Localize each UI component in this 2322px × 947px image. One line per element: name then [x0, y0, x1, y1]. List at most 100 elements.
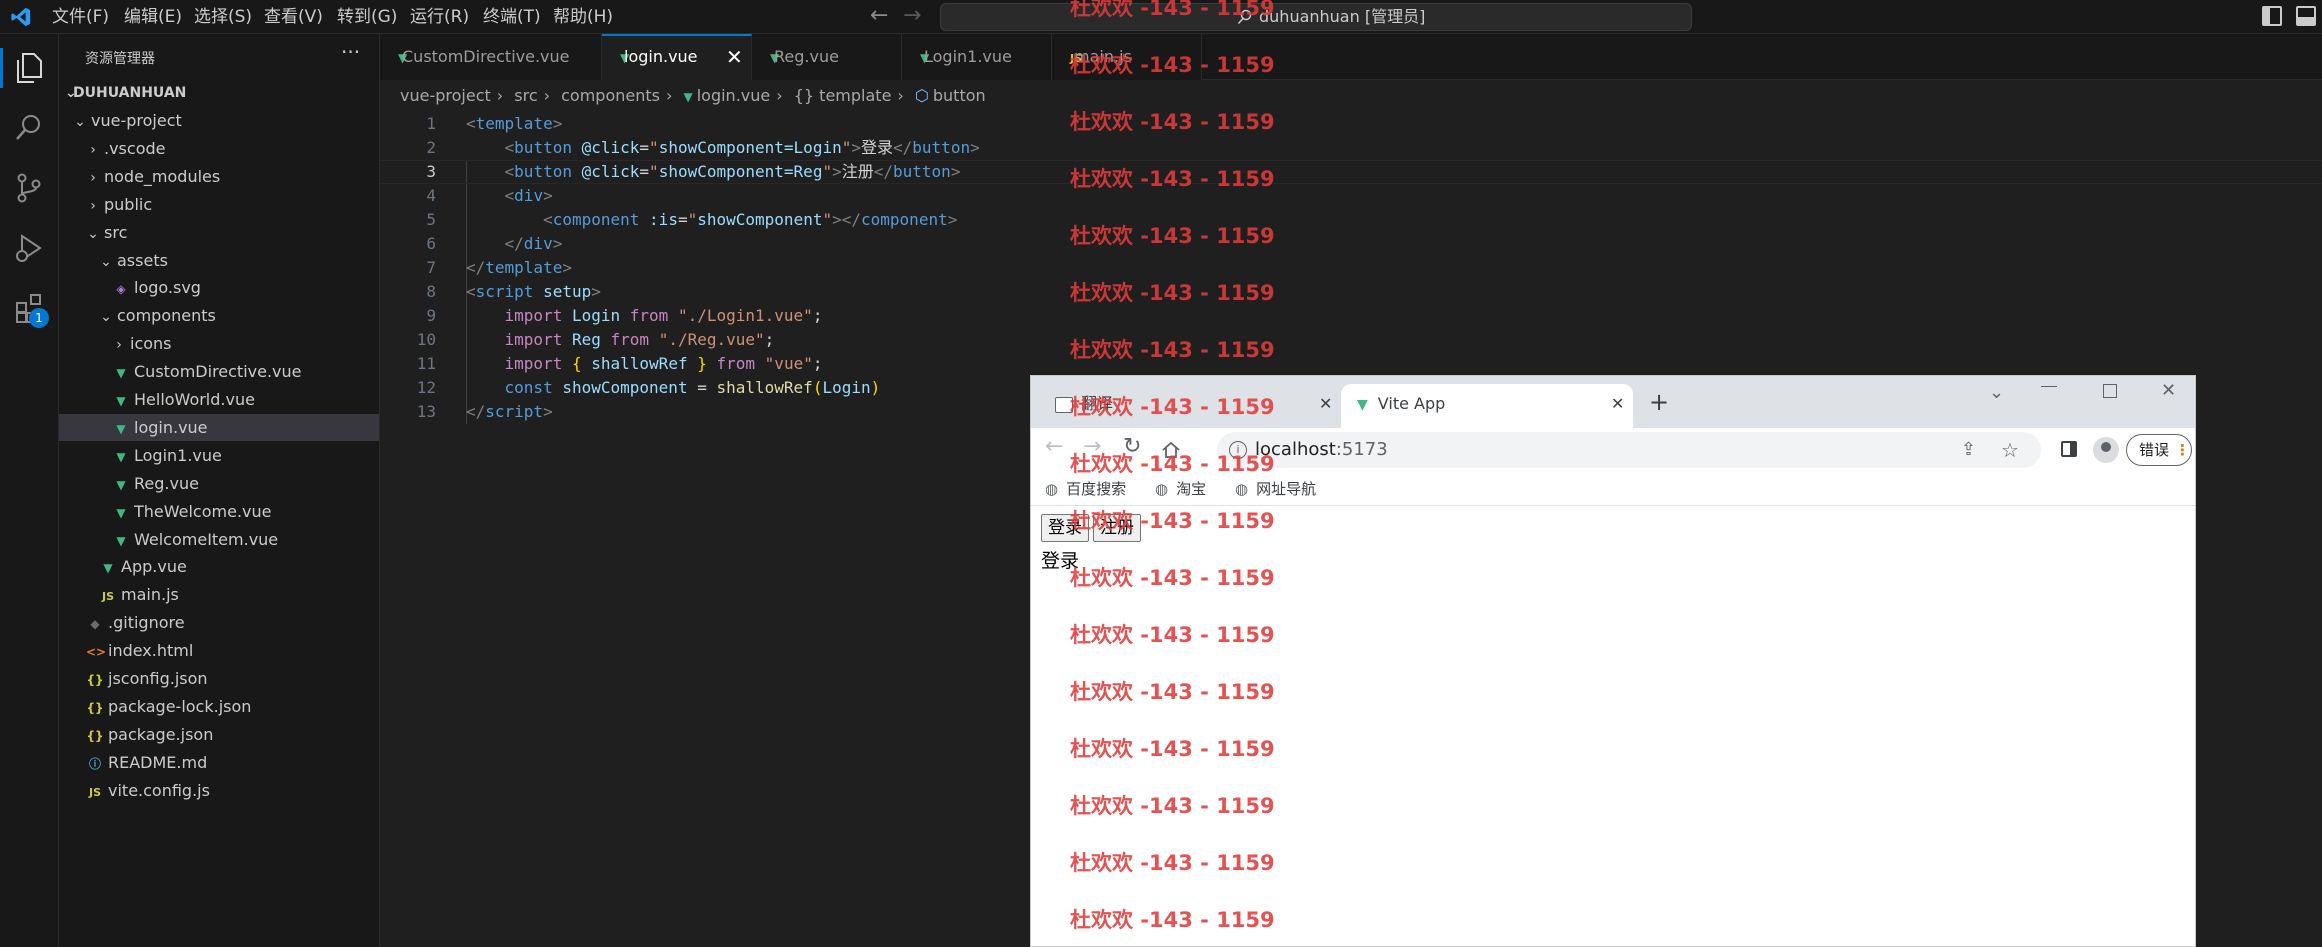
tab-customdirective[interactable]: ▼CustomDirective.vue [380, 34, 602, 80]
bookmark-star-icon[interactable]: ☆ [2001, 432, 2019, 468]
code-line: 10 import Reg from "./Reg.vue"; [380, 328, 775, 352]
workspace-label: DUHUANHUAN [73, 85, 187, 101]
tree-item[interactable]: ⌄ components [59, 302, 379, 329]
share-icon[interactable]: ⇪ [1961, 432, 1976, 468]
close-icon[interactable]: ✕ [726, 36, 743, 78]
watermark-text: 杜欢欢 -143 - 1159 [1070, 0, 1275, 20]
source-control-icon[interactable] [14, 172, 44, 204]
breadcrumb-item[interactable]: components [561, 86, 660, 105]
breadcrumb-item[interactable]: {} template [794, 86, 892, 105]
watermark-text: 杜欢欢 -143 - 1159 [1070, 509, 1275, 533]
tree-item-label: README.md [108, 752, 208, 772]
tree-item[interactable]: ▼ WelcomeItem.vue [59, 526, 379, 553]
close-icon[interactable]: ✕ [1319, 384, 1332, 424]
code-line: 3 <button @click="showComponent=Reg">注册<… [380, 160, 960, 184]
tree-item[interactable]: {} jsconfig.json [59, 665, 379, 692]
toggle-panel-icon[interactable] [2296, 6, 2316, 26]
tree-item[interactable]: ▼ TheWelcome.vue [59, 498, 379, 525]
watermark-text: 杜欢欢 -143 - 1159 [1070, 224, 1275, 248]
profile-avatar[interactable] [2093, 437, 2119, 463]
vue-file-icon: ▼ [116, 394, 126, 408]
breadcrumb: vue-project › src › components › ▼ login.vue… [380, 80, 2322, 112]
back-icon[interactable]: ← [1045, 434, 1063, 459]
tree-item[interactable]: ⌄ vue-project [59, 107, 379, 134]
vue-file-icon: ▼ [920, 51, 930, 65]
tab-reg[interactable]: ▼Reg.vue [752, 34, 902, 80]
workspace-header[interactable]: ⌄DUHUANHUAN [59, 80, 379, 107]
command-center-search[interactable]: duhuanhuan [管理员] [940, 3, 1692, 31]
close-icon[interactable]: ✕ [1611, 384, 1624, 424]
line-number: 3 [426, 162, 436, 181]
tree-item-label: assets [117, 250, 168, 270]
menu-run[interactable]: 运行(R) [410, 0, 469, 34]
tree-item[interactable]: <> index.html [59, 637, 379, 664]
tree-item[interactable]: {} package-lock.json [59, 693, 379, 720]
info-file-icon: ⓘ [88, 756, 101, 771]
maximize-icon[interactable] [2103, 384, 2117, 398]
line-number: 11 [416, 354, 436, 373]
vue-file-icon: ▼ [116, 366, 126, 381]
menu-selection[interactable]: 选择(S) [194, 0, 252, 34]
new-tab-button[interactable]: + [1649, 388, 1669, 416]
menu-go[interactable]: 转到(G) [337, 0, 397, 34]
tree-item[interactable]: › icons [59, 330, 379, 357]
menu-terminal[interactable]: 终端(T) [483, 0, 541, 34]
bookmark-label: 网址导航 [1256, 480, 1317, 498]
nav-back-icon[interactable]: ← [870, 3, 888, 28]
tree-item[interactable]: › node_modules [59, 163, 379, 190]
tree-item[interactable]: ⓘ README.md [59, 749, 379, 776]
nav-forward-icon[interactable]: → [903, 3, 921, 28]
tree-item[interactable]: ▼ Reg.vue [59, 470, 379, 497]
activity-bar: 1 [0, 34, 59, 947]
tree-item[interactable]: ◈ logo.svg [59, 274, 379, 301]
toggle-primary-sidebar-icon[interactable] [2262, 6, 2282, 26]
tree-item[interactable]: ▼ Login1.vue [59, 442, 379, 469]
breadcrumb-item[interactable]: login.vue [697, 86, 771, 105]
tree-item[interactable]: ▼ HelloWorld.vue [59, 386, 379, 413]
explorer-icon[interactable] [14, 52, 44, 84]
tree-item[interactable]: › public [59, 191, 379, 218]
more-actions-icon[interactable]: ··· [341, 40, 360, 64]
tree-item[interactable]: JS main.js [59, 581, 379, 608]
error-button[interactable]: 错误 ⋮ [2126, 434, 2192, 466]
side-panel-icon[interactable] [2061, 441, 2077, 457]
breadcrumb-item[interactable]: vue-project [400, 86, 491, 105]
tab-search-icon[interactable]: ⌄ [1989, 382, 2004, 403]
chevron-down-icon: ⌄ [100, 309, 112, 326]
minimize-icon[interactable] [2041, 386, 2057, 387]
error-button-label: 错误 [2139, 441, 2170, 459]
menu-help[interactable]: 帮助(H) [553, 0, 613, 34]
element-icon: ⬡ [914, 86, 929, 105]
tree-item[interactable]: ⌄ assets [59, 247, 379, 274]
breadcrumb-item[interactable]: src [514, 86, 537, 105]
url-port: :5173 [1335, 439, 1388, 460]
explorer-sidebar: 资源管理器 ··· ⌄DUHUANHUAN ⌄ vue-project › .vsco… [59, 34, 380, 947]
tree-item[interactable]: ⌄ src [59, 219, 379, 246]
tree-item[interactable]: ◆ .gitignore [59, 609, 379, 636]
tab-login[interactable]: ▼login.vue ✕ [602, 34, 752, 80]
tab-login1[interactable]: ▼Login1.vue [902, 34, 1052, 80]
breadcrumb-item[interactable]: button [933, 86, 986, 105]
tree-item[interactable]: ▼ login.vue [59, 413, 379, 441]
tree-item[interactable]: › .vscode [59, 135, 379, 162]
tree-item[interactable]: {} package.json [59, 721, 379, 748]
globe-icon: ◍ [1045, 480, 1059, 498]
tree-item[interactable]: ▼ CustomDirective.vue [59, 358, 379, 385]
chevron-right-icon: › [116, 337, 122, 354]
search-icon[interactable] [14, 112, 44, 142]
json-file-icon: {} [86, 673, 104, 687]
tree-item-label: Login1.vue [134, 445, 222, 465]
menu-edit[interactable]: 编辑(E) [124, 0, 182, 34]
browser-tab-vite[interactable]: ▼ Vite App ✕ [1341, 384, 1633, 428]
watermark-text: 杜欢欢 -143 - 1159 [1070, 566, 1275, 590]
watermark-text: 杜欢欢 -143 - 1159 [1070, 851, 1275, 875]
tree-item-label: vue-project [91, 111, 182, 130]
menu-view[interactable]: 查看(V) [264, 0, 323, 34]
run-debug-icon[interactable] [14, 232, 44, 264]
tree-item[interactable]: ▼ App.vue [59, 553, 379, 580]
address-bar[interactable]: i localhost:5173 ⇪ ☆ [1217, 432, 2041, 468]
close-window-icon[interactable]: ✕ [2161, 380, 2176, 401]
tree-item[interactable]: JS vite.config.js [59, 777, 379, 804]
json-file-icon: {} [86, 728, 104, 743]
menu-file[interactable]: 文件(F) [52, 0, 109, 34]
